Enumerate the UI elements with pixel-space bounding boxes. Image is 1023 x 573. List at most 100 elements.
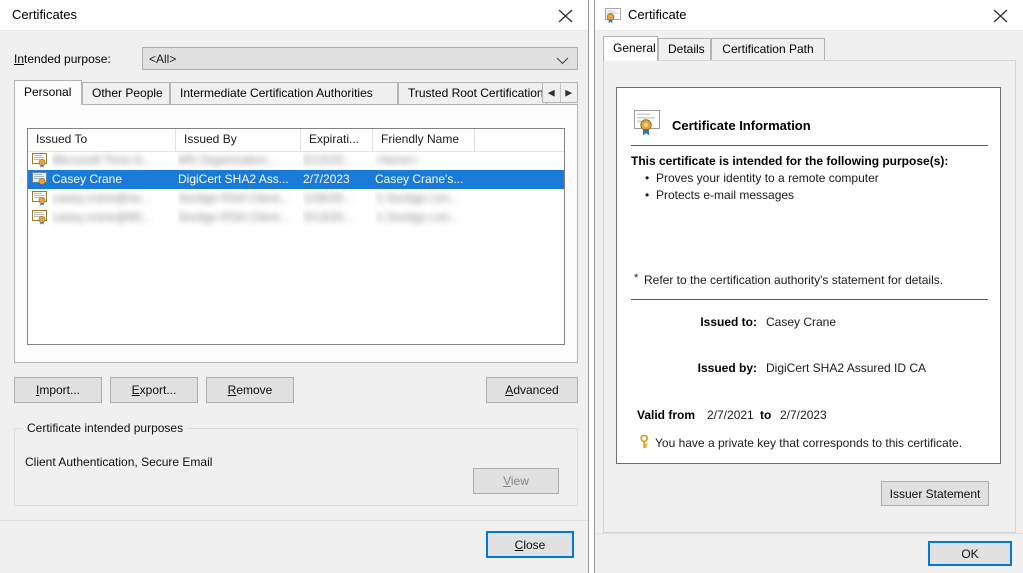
certificates-dialog: Certificates Intended purpose: <All> Per… <box>0 0 589 573</box>
purpose-list: Proves your identity to a remote compute… <box>645 170 879 204</box>
certificate-title: Certificate <box>628 7 687 22</box>
column-header-expiration[interactable]: Expirati... <box>301 129 373 151</box>
tab-other-people[interactable]: Other People <box>82 82 170 104</box>
cell-expiration: 3/13/20... <box>303 210 354 224</box>
cell-issued-to: casey.crane@80... <box>52 210 152 224</box>
tab-scroll-buttons: ◀ ▶ <box>542 82 578 103</box>
cell-friendly-name: 's Sectigo Lim... <box>375 210 460 224</box>
close-icon <box>993 9 1008 23</box>
certificate-info-panel: Certificate Information This certificate… <box>616 87 1001 464</box>
cell-issued-by: MS Organization ... <box>178 153 281 167</box>
valid-from-label: Valid from <box>637 408 696 422</box>
certificate-intended-purposes-groupbox: Certificate intended purposes Client Aut… <box>14 421 578 506</box>
intended-purpose-value: <All> <box>149 52 177 66</box>
issued-by-label: Issued by: <box>697 361 757 375</box>
issued-to-value: Casey Crane <box>766 315 837 329</box>
column-header-filler <box>475 129 564 151</box>
table-row[interactable]: casey.crane@80... Sectigo RSA Client... … <box>28 208 564 227</box>
certificate-icon <box>32 210 47 225</box>
cell-expiration: 2/7/2023 <box>303 172 350 186</box>
key-icon <box>640 435 649 449</box>
cell-friendly-name: <None> <box>375 153 418 167</box>
certificate-tabstrip: General Details Certification Path Certi… <box>603 36 1016 533</box>
cell-expiration: 1/28/20... <box>303 191 354 205</box>
remove-button[interactable]: Remove <box>206 377 294 403</box>
footer-divider <box>595 533 1023 534</box>
tab-scroll-left-button[interactable]: ◀ <box>543 83 560 102</box>
certificate-store-tabstrip: Personal Other People Intermediate Certi… <box>14 80 578 363</box>
footnote-text: Refer to the certification authority's s… <box>644 273 944 287</box>
close-dialog-button[interactable]: Close <box>486 531 574 558</box>
list-item: Protects e-mail messages <box>645 187 879 204</box>
certificate-titlebar: Certificate <box>595 0 1023 31</box>
certificate-icon <box>32 172 47 187</box>
column-header-issued-to[interactable]: Issued To <box>28 129 176 151</box>
advanced-button[interactable]: Advanced <box>486 377 578 403</box>
certificate-icon <box>32 153 47 168</box>
intended-purpose-label: Intended purpose: <box>14 52 111 66</box>
listview-body: Microsoft Time-S... MS Organization ... … <box>28 151 564 344</box>
personal-tab-panel: Issued To Issued By Expirati... Friendly… <box>14 104 578 363</box>
divider <box>631 145 988 146</box>
certificate-icon <box>605 8 621 24</box>
tab-intermediate-certification-authorities[interactable]: Intermediate Certification Authorities <box>170 82 398 104</box>
general-tab-panel: Certificate Information This certificate… <box>603 60 1016 533</box>
tab-personal[interactable]: Personal <box>14 80 82 105</box>
valid-from-value: 2/7/2021 <box>707 408 754 422</box>
export-button[interactable]: Export... <box>110 377 198 403</box>
import-button[interactable]: Import... <box>14 377 102 403</box>
tab-scroll-right-button[interactable]: ▶ <box>559 83 578 102</box>
tab-details[interactable]: Details <box>658 38 711 60</box>
tab-certification-path[interactable]: Certification Path <box>711 38 825 60</box>
certificates-listview[interactable]: Issued To Issued By Expirati... Friendly… <box>27 128 565 345</box>
issued-to-label: Issued to: <box>700 315 757 329</box>
close-icon <box>558 9 573 23</box>
cell-issued-to: casey.crane@se... <box>52 191 151 205</box>
cell-issued-by: DigiCert SHA2 Ass... <box>178 172 289 186</box>
footnote: * Refer to the certification authority's… <box>634 272 944 287</box>
triangle-right-icon: ▶ <box>565 87 573 97</box>
close-button[interactable] <box>978 0 1023 30</box>
cell-expiration: 5/13/20... <box>303 153 354 167</box>
tab-trusted-root-certification[interactable]: Trusted Root Certification <box>398 82 547 104</box>
valid-to-label: to <box>760 408 772 422</box>
cell-friendly-name: 's Sectigo Lim... <box>375 191 460 205</box>
tabs-row: General Details Certification Path <box>603 36 1016 61</box>
cell-issued-by: Sectigo RSA Client... <box>178 210 290 224</box>
chevron-down-icon <box>556 57 569 65</box>
certificate-seal-icon <box>634 110 660 136</box>
ok-button[interactable]: OK <box>928 541 1012 566</box>
table-row[interactable]: Casey Crane DigiCert SHA2 Ass... 2/7/202… <box>28 170 564 189</box>
close-button[interactable] <box>543 0 588 30</box>
issuer-statement-button[interactable]: Issuer Statement <box>881 481 989 506</box>
column-header-issued-by[interactable]: Issued By <box>176 129 301 151</box>
certificate-dialog: Certificate General Details Certificatio… <box>594 0 1023 573</box>
intended-purpose-dropdown[interactable]: <All> <box>142 47 578 70</box>
cell-issued-by: Sectigo RSA Client... <box>178 191 290 205</box>
certificate-information-heading: Certificate Information <box>672 118 811 133</box>
groupbox-title: Certificate intended purposes <box>23 421 188 435</box>
triangle-left-icon: ◀ <box>547 87 555 97</box>
purpose-heading: This certificate is intended for the fol… <box>631 154 949 168</box>
valid-to-value: 2/7/2023 <box>780 408 827 422</box>
listview-header: Issued To Issued By Expirati... Friendly… <box>28 129 564 152</box>
certificates-title: Certificates <box>12 7 78 22</box>
certificate-icon <box>32 191 47 206</box>
divider <box>631 299 988 300</box>
footnote-marker: * <box>634 272 639 284</box>
cell-friendly-name: Casey Crane's... <box>375 172 464 186</box>
intended-purposes-text: Client Authentication, Secure Email <box>25 455 213 469</box>
table-row[interactable]: casey.crane@se... Sectigo RSA Client... … <box>28 189 564 208</box>
tab-general[interactable]: General <box>603 36 658 61</box>
private-key-note: You have a private key that corresponds … <box>655 436 963 450</box>
cell-issued-to: Microsoft Time-S... <box>52 153 153 167</box>
tabs-row: Personal Other People Intermediate Certi… <box>14 80 578 105</box>
cell-issued-to: Casey Crane <box>52 172 123 186</box>
column-header-friendly-name[interactable]: Friendly Name <box>373 129 475 151</box>
list-item: Proves your identity to a remote compute… <box>645 170 879 187</box>
certificates-titlebar: Certificates <box>0 0 588 31</box>
table-row[interactable]: Microsoft Time-S... MS Organization ... … <box>28 151 564 170</box>
footer-divider <box>0 520 588 521</box>
issued-by-value: DigiCert SHA2 Assured ID CA <box>766 361 927 375</box>
view-button[interactable]: View <box>473 468 559 494</box>
